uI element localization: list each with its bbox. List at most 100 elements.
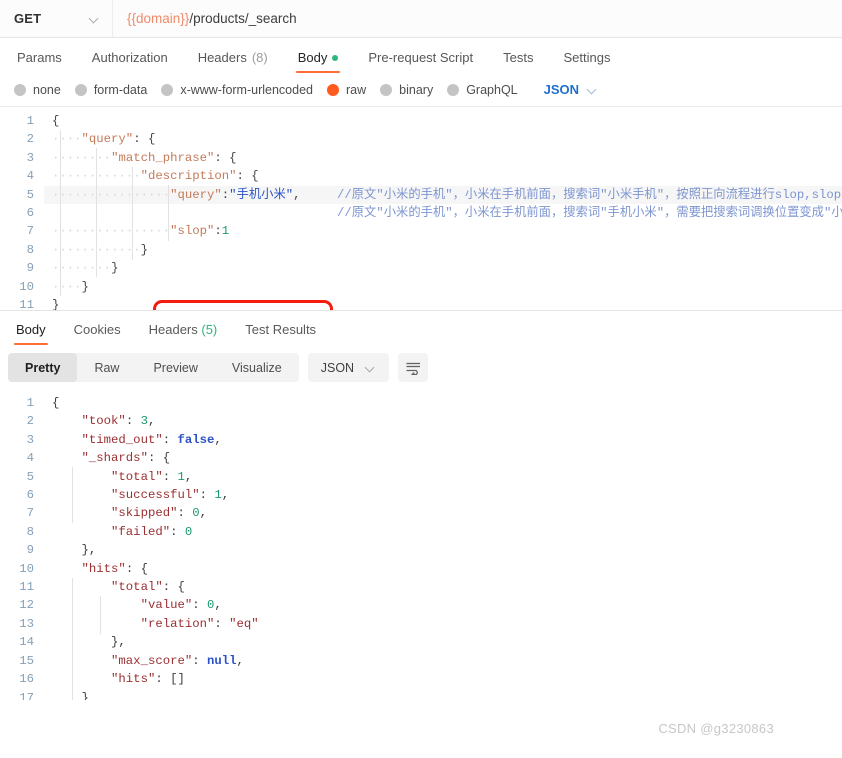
code-line: }, [111, 635, 126, 650]
response-view-toolbar: Pretty Raw Preview Visualize JSON [0, 345, 842, 390]
line-number: 4 [26, 451, 34, 466]
code-line: "hits": [] [111, 672, 185, 687]
response-tab-test-results[interactable]: Test Results [231, 322, 330, 345]
http-method-label: GET [14, 11, 42, 26]
body-type-graphql[interactable]: GraphQL [447, 83, 525, 97]
code-line: "took": 3, [81, 414, 156, 429]
radio-icon[interactable] [14, 83, 26, 96]
radio-icon[interactable] [74, 83, 87, 96]
watermark: CSDN @g3230863 [658, 721, 774, 736]
code-line: }, [81, 543, 97, 558]
response-tab-label: Body [16, 322, 46, 337]
line-number: 14 [19, 635, 34, 650]
response-tab-label: Headers [148, 322, 198, 337]
code-line: "_shards": { [81, 451, 171, 466]
body-type-label: form-data [93, 82, 148, 97]
request-tab-tests[interactable]: Tests [488, 51, 548, 73]
line-number: 15 [19, 653, 34, 668]
response-code-content: { "took": 3, "timed_out": false, "_shard… [52, 390, 842, 700]
request-tab-headers[interactable]: Headers (8) [183, 51, 283, 73]
code-line: //原文"小米的手机"，小米在手机前面，搜索词"手机小米"，需要把搜索词调换位置… [52, 204, 842, 222]
response-tab-label: Cookies [73, 322, 121, 337]
code-line: "max_score": null, [111, 653, 244, 668]
line-number: 6 [26, 488, 34, 503]
response-view-raw[interactable]: Raw [77, 353, 136, 382]
body-type-label: binary [399, 82, 434, 97]
response-format-label: JSON [320, 360, 355, 375]
response-line-numbers: 123456789101112131415161718 [0, 390, 44, 700]
response-tab-headers[interactable]: Headers (5) [135, 322, 232, 345]
line-number: 10 [19, 279, 34, 294]
response-tab-label: Test Results [245, 322, 317, 337]
response-tab-bar: Body Cookies Headers (5) Test Results [0, 311, 842, 345]
body-type-label: none [33, 82, 61, 97]
response-format-selector[interactable]: JSON [307, 353, 390, 382]
line-number: 7 [26, 224, 34, 239]
response-tab-count: (5) [197, 322, 218, 337]
response-tab-body[interactable]: Body [2, 322, 60, 345]
code-line: "successful": 1, [111, 488, 230, 503]
body-type-label: x-www-form-urlencoded [180, 82, 313, 97]
body-format-selector[interactable]: JSON [544, 82, 598, 97]
line-number: 8 [26, 524, 34, 539]
code-line: ············"description": { [52, 169, 259, 184]
code-line: ········} [52, 261, 119, 276]
code-line: ················"slop":1 [52, 224, 230, 239]
http-method-selector[interactable]: GET [0, 0, 113, 37]
radio-icon[interactable] [327, 83, 339, 96]
line-number: 12 [19, 598, 34, 613]
request-tab-authorization[interactable]: Authorization [77, 51, 183, 73]
line-number: 1 [26, 396, 34, 410]
line-number: 3 [26, 150, 34, 165]
request-tab-body[interactable]: Body [283, 51, 354, 73]
response-view-pretty[interactable]: Pretty [8, 353, 78, 382]
radio-icon[interactable] [380, 83, 393, 96]
request-tab-bar: Params Authorization Headers (8) Body Pre-req… [0, 38, 842, 73]
request-tab-label: Authorization [91, 50, 168, 65]
url-input[interactable]: {{domain}}/products/_search [113, 0, 842, 37]
body-type-label: GraphQL [466, 82, 518, 97]
response-view-visualize[interactable]: Visualize [215, 353, 299, 382]
code-line: { [52, 114, 60, 128]
request-tab-settings[interactable]: Settings [548, 51, 625, 73]
line-number: 17 [19, 690, 34, 701]
response-view-preview[interactable]: Preview [136, 353, 214, 382]
request-body-editor[interactable]: 1 2 3 4 5 6 7 8 9 10 11 {····"query": {········"ma… [0, 106, 842, 310]
line-number: 5 [26, 469, 34, 484]
line-number: 7 [26, 506, 34, 521]
line-number: 11 [19, 580, 34, 595]
line-number: 9 [26, 261, 34, 276]
request-tab-label: Headers [197, 50, 247, 65]
code-line: "hits": { [81, 561, 148, 576]
code-line: "value": 0, [140, 598, 222, 613]
code-line: ········"match_phrase": { [52, 150, 237, 165]
code-line: ····} [52, 279, 89, 294]
code-comment: //原文"小米的手机"，小米在手机前面，搜索词"小米手机"，按照正向流程进行sl… [337, 187, 842, 202]
body-type-x-www-form-urlencoded[interactable]: x-www-form-urlencoded [161, 83, 321, 97]
code-line: } [81, 690, 89, 701]
response-tab-cookies[interactable]: Cookies [60, 322, 135, 345]
body-type-binary[interactable]: binary [380, 83, 441, 97]
url-path: /products/_search [189, 11, 297, 26]
code-line: "timed_out": false, [81, 432, 222, 447]
body-type-form-data[interactable]: form-data [74, 82, 156, 97]
line-number: 4 [26, 169, 34, 184]
radio-icon[interactable] [161, 83, 174, 96]
code-line: ····"query": { [52, 132, 156, 147]
code-line: } [52, 297, 60, 310]
body-type-raw[interactable]: raw [327, 83, 374, 97]
line-number: 8 [26, 242, 34, 257]
line-number: 5 [26, 187, 34, 202]
body-type-label: raw [346, 82, 367, 97]
request-tab-params[interactable]: Params [2, 51, 77, 73]
word-wrap-toggle-button[interactable] [398, 353, 429, 382]
chevron-down-icon [90, 14, 100, 24]
code-comment: //原文"小米的手机"，小米在手机前面，搜索词"手机小米"，需要把搜索词调换位置… [337, 205, 842, 220]
code-line: { [52, 396, 60, 410]
radio-icon[interactable] [447, 83, 460, 96]
line-number: 6 [26, 206, 34, 221]
request-tab-pre-request-script[interactable]: Pre-request Script [353, 51, 488, 73]
body-type-none[interactable]: none [14, 83, 69, 97]
response-body-viewer[interactable]: 123456789101112131415161718 { "took": 3,… [0, 390, 842, 700]
code-line: ············} [52, 242, 148, 257]
